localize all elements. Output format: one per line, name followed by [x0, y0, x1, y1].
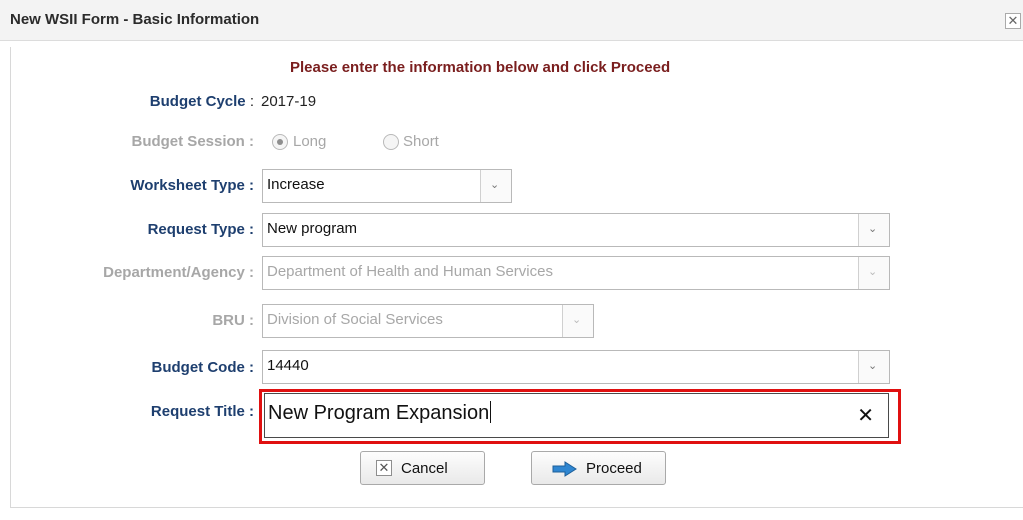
- request-title-text: New Program Expansion: [268, 401, 492, 425]
- session-long-radio[interactable]: [272, 134, 288, 150]
- budget-cycle-label-row: Budget Cycle :: [0, 93, 254, 110]
- bru-select: Division of Social Services ⌄: [262, 304, 594, 338]
- session-short-label: Short: [403, 133, 439, 150]
- department-dropdown: ⌄: [858, 257, 889, 289]
- department-select: Department of Health and Human Services …: [262, 256, 890, 290]
- cancel-button-label: Cancel: [401, 460, 448, 477]
- request-title-value: New Program Expansion: [268, 402, 490, 424]
- chevron-down-icon: ⌄: [868, 223, 878, 235]
- session-short-radio[interactable]: [383, 134, 399, 150]
- arrow-right-icon: [552, 461, 577, 477]
- proceed-button[interactable]: Proceed: [531, 451, 666, 485]
- budget-code-label: Budget Code :: [151, 359, 255, 376]
- bru-value: Division of Social Services: [267, 311, 443, 328]
- budget-cycle-value: 2017-19: [261, 93, 317, 110]
- request-title-label: Request Title :: [150, 403, 254, 420]
- cancel-button[interactable]: ✕ Cancel: [360, 451, 485, 485]
- request-type-select[interactable]: New program ⌄: [262, 213, 890, 247]
- clear-icon[interactable]: ✕: [857, 403, 874, 428]
- budget-session-label: Budget Session :: [131, 133, 254, 150]
- request-type-label: Request Type :: [147, 221, 254, 238]
- instruction-text: Please enter the information below and c…: [290, 59, 671, 76]
- budget-code-select[interactable]: 14440 ⌄: [262, 350, 890, 384]
- bru-label: BRU :: [212, 312, 254, 329]
- dialog-titlebar: New WSII Form - Basic Information ✕: [0, 0, 1023, 41]
- worksheet-type-value: Increase: [267, 176, 325, 193]
- request-title-input[interactable]: New Program Expansion ✕: [264, 393, 889, 438]
- chevron-down-icon: ⌄: [490, 179, 500, 191]
- bru-dropdown: ⌄: [562, 305, 593, 337]
- department-label: Department/Agency :: [103, 264, 254, 281]
- cancel-x-icon: ✕: [376, 460, 392, 476]
- budget-code-value: 14440: [267, 357, 309, 374]
- worksheet-type-label: Worksheet Type :: [130, 177, 254, 194]
- session-long-label: Long: [293, 133, 327, 150]
- worksheet-type-dropdown[interactable]: ⌄: [480, 170, 511, 202]
- dialog-title: New WSII Form - Basic Information: [10, 11, 260, 28]
- chevron-down-icon: ⌄: [572, 314, 582, 326]
- budget-cycle-colon: :: [245, 93, 254, 110]
- budget-cycle-label: Budget Cycle: [149, 93, 246, 110]
- request-type-dropdown[interactable]: ⌄: [858, 214, 889, 246]
- text-caret: [490, 401, 492, 423]
- chevron-down-icon: ⌄: [868, 360, 878, 372]
- worksheet-type-select[interactable]: Increase ⌄: [262, 169, 512, 203]
- proceed-button-label: Proceed: [586, 460, 642, 477]
- request-type-value: New program: [267, 220, 358, 237]
- close-icon[interactable]: ✕: [1005, 13, 1021, 29]
- department-value: Department of Health and Human Services: [267, 263, 553, 280]
- budget-code-dropdown[interactable]: ⌄: [858, 351, 889, 383]
- radio-selected-dot: [277, 139, 283, 145]
- chevron-down-icon: ⌄: [868, 266, 878, 278]
